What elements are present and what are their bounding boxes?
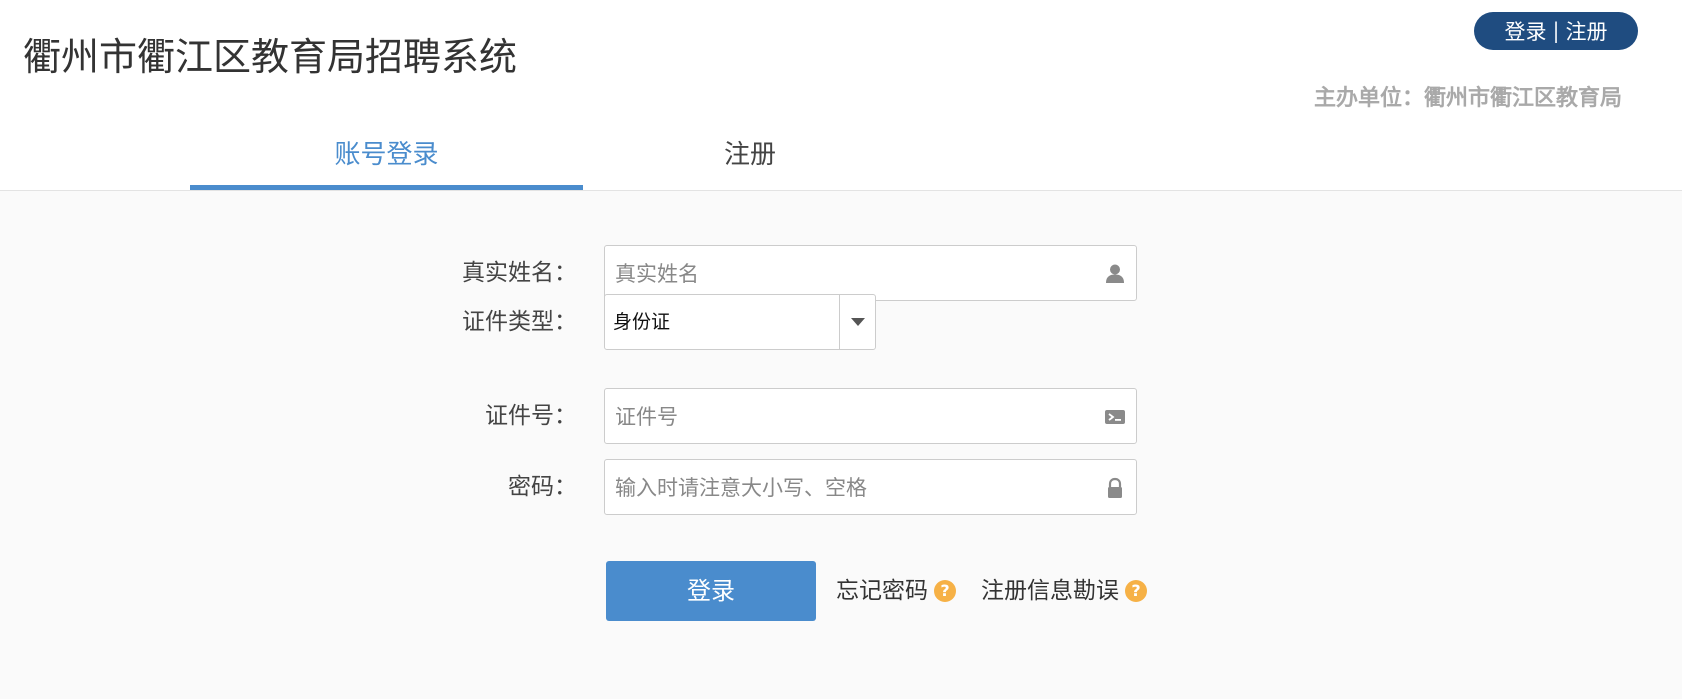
- form-row-id-number: 证件号：: [0, 388, 1682, 445]
- id-type-selected-value: 身份证: [613, 311, 671, 333]
- header-login-link[interactable]: 登录: [1504, 16, 1546, 46]
- sponsor-text: 主办单位：衢州市衢江区教育局: [1313, 86, 1622, 111]
- forgot-password-label: 忘记密码: [836, 578, 928, 604]
- header-register-link[interactable]: 注册: [1566, 16, 1608, 46]
- id-number-field-wrapper: [604, 388, 1137, 445]
- forgot-password-link[interactable]: 忘记密码 ?: [836, 561, 956, 621]
- id-type-label: 证件类型：: [462, 309, 577, 335]
- correct-registration-info-label: 注册信息勘误: [981, 578, 1119, 604]
- auth-separator: |: [1552, 19, 1560, 43]
- question-icon: ?: [934, 580, 956, 602]
- password-input[interactable]: [613, 460, 1087, 516]
- real-name-label: 真实姓名：: [462, 260, 577, 286]
- real-name-field-wrapper: [604, 245, 1137, 302]
- tab-register[interactable]: 注册: [640, 120, 860, 190]
- correct-registration-info-link[interactable]: 注册信息勘误 ?: [981, 561, 1147, 621]
- login-form-area: 真实姓名： 证件类型： 身份证 证件号：: [0, 191, 1682, 699]
- site-title: 衢州市衢江区教育局招聘系统: [23, 35, 518, 79]
- tab-bar: 账号登录 注册: [0, 120, 1682, 191]
- id-type-select[interactable]: 身份证: [604, 294, 876, 350]
- form-row-real-name: 真实姓名：: [0, 245, 1682, 302]
- form-row-id-type: 证件类型： 身份证: [0, 294, 1682, 350]
- user-icon: [1106, 264, 1124, 283]
- caret-down-icon: [850, 318, 865, 326]
- password-field-wrapper: [604, 459, 1137, 516]
- form-row-password: 密码：: [0, 459, 1682, 516]
- question-icon: ?: [1125, 580, 1147, 602]
- login-button[interactable]: 登录: [606, 561, 816, 621]
- tab-account-login[interactable]: 账号登录: [190, 120, 583, 190]
- id-card-icon: [1105, 410, 1125, 424]
- top-auth-pill: 登录 | 注册: [1474, 12, 1638, 50]
- id-number-label: 证件号：: [485, 403, 577, 429]
- password-label: 密码：: [508, 474, 577, 500]
- id-number-input[interactable]: [613, 389, 1087, 445]
- id-type-dropdown-toggle[interactable]: [839, 295, 875, 349]
- lock-icon: [1108, 477, 1122, 498]
